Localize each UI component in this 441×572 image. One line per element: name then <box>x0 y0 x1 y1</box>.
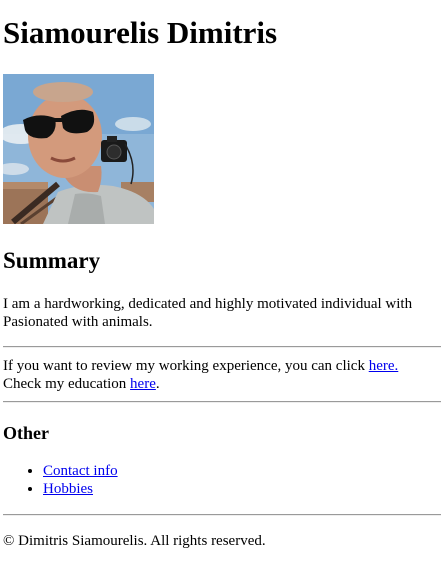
list-item: Contact info <box>43 462 118 480</box>
list-item: Hobbies <box>43 480 118 498</box>
divider <box>3 346 441 348</box>
divider <box>3 401 441 403</box>
summary-line-2: Pasionated with animals. <box>3 314 153 330</box>
experience-prefix: If you want to review my working experie… <box>3 358 369 374</box>
profile-photo <box>3 74 154 224</box>
other-heading: Other <box>3 423 49 443</box>
summary-heading: Summary <box>3 248 101 273</box>
experience-line: If you want to review my working experie… <box>3 357 398 375</box>
footer-copyright: © Dimitris Siamourelis. All rights reser… <box>3 533 266 549</box>
education-link[interactable]: here <box>130 376 156 392</box>
education-suffix: . <box>155 376 160 392</box>
contact-info-link[interactable]: Contact info <box>43 463 118 479</box>
experience-link[interactable]: here. <box>369 358 399 374</box>
education-prefix: Check my education <box>3 376 131 392</box>
other-list: Contact info Hobbies <box>3 462 118 498</box>
hobbies-link[interactable]: Hobbies <box>43 481 93 497</box>
summary-text: I am a hardworking, dedicated and highly… <box>3 295 441 331</box>
profile-photo-illustration <box>3 74 154 224</box>
divider <box>3 514 441 516</box>
summary-line-1: I am a hardworking, dedicated and highly… <box>3 296 413 312</box>
page-title: Siamourelis Dimitris <box>3 15 278 50</box>
education-line: Check my education here. <box>3 375 398 393</box>
review-text: If you want to review my working experie… <box>3 357 398 393</box>
